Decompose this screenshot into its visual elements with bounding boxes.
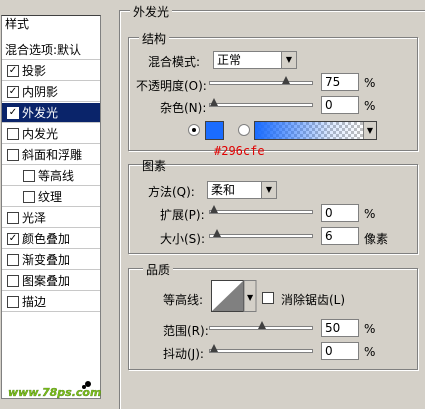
chevron-down-icon: ▼ [261,182,276,198]
style-item-checkbox[interactable] [7,295,19,308]
style-item-label: 斜面和浮雕 [22,148,83,162]
watermark-logo: www.78ps.com [8,378,102,402]
range-slider-thumb[interactable] [258,321,266,329]
antialias-checkbox[interactable] [262,292,274,304]
style-item-checkbox[interactable]: ✓ [7,106,19,119]
style-item-label: 等高线 [38,169,75,183]
range-slider[interactable] [209,321,313,330]
style-item[interactable]: 等高线 [2,166,100,186]
style-item-checkbox[interactable] [7,127,19,140]
elements-title: 图素 [142,159,167,173]
style-item-label: 颜色叠加 [22,232,71,246]
jitter-input[interactable]: 0 [321,342,359,360]
style-item[interactable]: 描边 [2,292,100,312]
style-item-label: 渐变叠加 [22,253,71,267]
watermark-text: www.78ps.com [8,386,102,399]
noise-slider[interactable] [209,98,313,107]
style-item-checkbox[interactable] [23,169,35,182]
blend-mode-label: 混合模式: [148,55,201,69]
range-input[interactable]: 50 [321,319,359,337]
size-slider[interactable] [209,229,313,238]
style-item[interactable]: ✓ 外发光 [2,103,100,123]
blend-mode-value: 正常 [217,53,242,67]
jitter-unit: % [364,345,376,359]
gradient-preview [255,122,363,139]
size-label: 大小(S): [160,232,206,246]
style-item[interactable]: 图案叠加 [2,271,100,291]
styles-header: 样式 [5,17,30,31]
style-item-label: 描边 [22,295,47,309]
jitter-label: 抖动(J): [163,347,204,361]
style-item[interactable]: 渐变叠加 [2,250,100,270]
size-unit: 像素 [364,232,389,246]
antialias-label[interactable]: 消除锯齿(L) [281,291,345,308]
method-select[interactable]: 柔和 ▼ [207,181,277,199]
style-item-checkbox[interactable]: ✓ [7,64,19,77]
style-item-label: 混合选项:默认 [5,43,82,57]
noise-input[interactable]: 0 [321,96,359,114]
noise-label: 杂色(N): [160,101,207,115]
range-unit: % [364,322,376,336]
style-item-label: 内发光 [22,127,59,141]
opacity-slider-thumb[interactable] [282,76,290,84]
style-item-checkbox[interactable]: ✓ [7,85,19,98]
style-item-checkbox[interactable]: ✓ [7,232,19,245]
spread-label: 扩展(P): [160,208,205,222]
quality-title: 品质 [143,261,174,278]
style-item-label: 图案叠加 [22,274,71,288]
jitter-slider[interactable] [209,344,313,353]
style-item[interactable]: ✓ 内阴影 [2,82,100,102]
style-item[interactable]: ✓ 颜色叠加 [2,229,100,249]
blend-mode-select[interactable]: 正常 ▼ [213,51,297,69]
opacity-input[interactable]: 75 [321,73,359,91]
style-item[interactable]: 光泽 [2,208,100,228]
range-label: 范围(R): [163,324,209,338]
opacity-label: 不透明度(O): [136,79,207,93]
style-item-checkbox[interactable] [23,190,35,203]
noise-slider-thumb[interactable] [210,98,218,106]
chevron-down-icon: ▼ [281,52,296,68]
styles-panel: 混合选项:默认 ✓ 投影 ✓ 内阴影 ✓ 外发光 内发光 斜面和浮雕 等高线 纹理 光泽 ✓ 颜色叠加 渐变… [0,0,102,408]
style-item-checkbox[interactable] [7,253,19,266]
style-item[interactable]: 纹理 [2,187,100,207]
style-item-checkbox[interactable] [7,148,19,161]
style-item-label: 投影 [22,64,47,78]
style-item-label: 纹理 [38,190,63,204]
styles-list: 混合选项:默认 ✓ 投影 ✓ 内阴影 ✓ 外发光 内发光 斜面和浮雕 等高线 纹理 光泽 ✓ 颜色叠加 渐变… [1,15,101,399]
contour-label: 等高线: [163,293,204,307]
noise-unit: % [364,99,376,113]
style-item[interactable]: 斜面和浮雕 [2,145,100,165]
structure-title: 结构 [139,30,170,47]
opacity-slider[interactable] [209,76,313,85]
spread-slider-thumb[interactable] [210,205,218,213]
style-item-label: 外发光 [22,106,59,120]
style-item-label: 内阴影 [22,85,59,99]
panel-divider [105,0,119,408]
method-value: 柔和 [211,183,236,197]
size-slider-thumb[interactable] [213,229,221,237]
spread-slider[interactable] [209,205,313,214]
style-item[interactable]: 混合选项:默认 [2,40,100,60]
color-annotation: #296cfe [214,144,265,158]
contour-picker[interactable]: ▼ [211,280,257,312]
solid-color-radio[interactable] [188,124,200,136]
style-item-checkbox[interactable] [7,274,19,287]
method-label: 方法(Q): [148,185,195,199]
svg-text:▼: ▼ [247,293,254,302]
opacity-unit: % [364,76,376,90]
style-item[interactable]: ✓ 投影 [2,61,100,81]
style-item[interactable]: 内发光 [2,124,100,144]
style-item-checkbox[interactable] [7,211,19,224]
spread-input[interactable]: 0 [321,204,359,222]
chevron-down-icon: ▼ [363,122,376,139]
gradient-radio[interactable] [238,124,250,136]
gradient-picker[interactable]: ▼ [254,121,377,140]
size-input[interactable]: 6 [321,227,359,245]
jitter-slider-thumb[interactable] [210,344,218,352]
spread-unit: % [364,207,376,221]
glow-color-swatch[interactable] [205,121,224,140]
style-item-label: 光泽 [22,211,47,225]
contour-graphic: ▼ [211,280,257,312]
outer-glow-title: 外发光 [130,3,173,20]
